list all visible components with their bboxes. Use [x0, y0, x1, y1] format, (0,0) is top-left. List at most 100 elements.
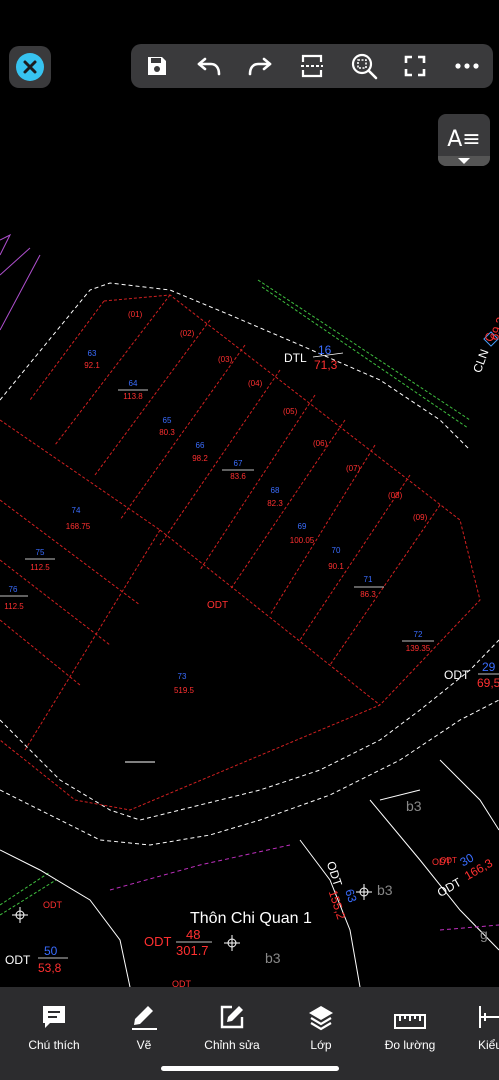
lot-area: 82.3 [267, 499, 283, 508]
edit-icon [220, 1005, 244, 1029]
b3-label: b3 [406, 798, 422, 814]
zoom-extents-icon [351, 53, 377, 80]
fit-width-button[interactable] [292, 46, 332, 86]
odt-50-label: ODT [5, 953, 31, 967]
odt-right-label: ODT [444, 668, 470, 682]
lot-area: 112.5 [30, 563, 50, 572]
text-size-toggle[interactable]: A≡ [438, 114, 490, 166]
text-format-icon: A≡ [447, 127, 481, 152]
b3-label: b3 [377, 882, 393, 898]
odt-right-area: 69,5 [477, 676, 499, 690]
redo-icon [248, 57, 272, 76]
green-road-lines [0, 279, 471, 916]
more-button[interactable] [447, 46, 487, 86]
odt-center-label: ODT [207, 600, 228, 611]
parcel-label: (01) [128, 310, 143, 319]
village-label: Thôn Chi Quan 1 [190, 910, 312, 927]
lot-id: 68 [271, 486, 280, 495]
lot-id: 76 [9, 585, 18, 594]
dtl-label: DTL [284, 351, 307, 365]
tab-dimension-style[interactable]: Kiểu [470, 987, 499, 1057]
g-label: g [480, 926, 488, 942]
lot-area: 113.8 [123, 392, 143, 401]
fit-width-icon [300, 54, 323, 78]
layers-icon [309, 1006, 333, 1031]
parcel-label: (06) [313, 439, 328, 448]
lot-labels: 63 92.1 64 113.8 65 80.3 66 98.2 67 83.6… [0, 349, 434, 695]
parcel-lines [0, 294, 481, 811]
tab-draw[interactable]: Vẽ [124, 987, 164, 1057]
save-button[interactable] [137, 46, 177, 86]
cad-drawing-canvas[interactable]: (01) (02) (03) (04) (05) (06) (07) (08) … [0, 0, 499, 1080]
redo-button[interactable] [240, 46, 280, 86]
lot-area: 519.5 [174, 686, 195, 695]
tab-label: Chú thích [28, 1038, 80, 1052]
tab-layers[interactable]: Lớp [301, 987, 341, 1057]
fullscreen-button[interactable] [395, 46, 435, 86]
lot-area: 139.35 [406, 644, 431, 653]
lot-id: 64 [129, 379, 138, 388]
lot-id: 63 [88, 349, 97, 358]
odt-48-label: ODT [144, 934, 172, 949]
odt-vertical-label: ODT [324, 860, 345, 889]
zoom-extents-button[interactable] [344, 46, 384, 86]
lot-id: 73 [178, 672, 187, 681]
lot-50-id: 50 [44, 944, 58, 958]
lot-48-area: 301.7 [176, 943, 209, 958]
lot-area: 98.2 [192, 454, 208, 463]
lot-area: 90.1 [328, 562, 344, 571]
lot-area: 80.3 [159, 428, 175, 437]
lot-area: 86.3 [360, 590, 376, 599]
tab-label: Đo lường [384, 1038, 436, 1052]
survey-markers [12, 331, 499, 951]
lot-id: 66 [196, 441, 205, 450]
lot-id: 69 [298, 522, 307, 531]
odt-right-id: 29 [482, 660, 496, 674]
lot-area: 168.75 [66, 522, 91, 531]
ruler-icon [394, 1014, 426, 1029]
tab-label: Lớp [310, 1038, 332, 1052]
parcel-label: (04) [248, 379, 263, 388]
tab-annotation[interactable]: Chú thích [25, 987, 83, 1057]
home-indicator [161, 1066, 339, 1071]
dtl-area: 71,3 [314, 358, 338, 372]
top-toolbar [131, 44, 493, 88]
lot-id: 75 [36, 548, 45, 557]
cln-area: 69,3 [487, 315, 499, 342]
dimension-icon [479, 1006, 499, 1028]
undo-icon [197, 57, 220, 76]
close-icon [16, 53, 44, 81]
save-icon [147, 57, 166, 75]
tab-edit[interactable]: Chỉnh sửa [202, 987, 262, 1057]
lot-id: 65 [163, 416, 172, 425]
cln-label: CLN [470, 347, 491, 374]
purple-boundary-lines [0, 233, 41, 331]
lot-id: 70 [332, 546, 341, 555]
lot-area: 100.05 [290, 536, 315, 545]
fullscreen-icon [405, 55, 426, 77]
lot-id: 71 [364, 575, 373, 584]
lot-area: 92.1 [84, 361, 100, 370]
chevron-down-icon [458, 158, 470, 164]
tab-measure[interactable]: Đo lường [380, 987, 440, 1057]
more-icon [455, 63, 479, 69]
tab-label: Vẽ [136, 1038, 152, 1052]
lot-id: 72 [414, 630, 423, 639]
parcel-label: (03) [218, 355, 233, 364]
parcel-label: (02) [180, 329, 195, 338]
odt-small-label: ODT [43, 900, 63, 910]
close-button[interactable] [9, 46, 51, 88]
parcel-label: (09) [413, 513, 428, 522]
lot-48-id: 48 [186, 927, 200, 942]
lot-id: 74 [72, 506, 81, 515]
lot-area: 112.5 [4, 602, 24, 611]
lot-area: 83.6 [230, 472, 246, 481]
undo-button[interactable] [189, 46, 229, 86]
lot-id: 67 [234, 459, 243, 468]
odt-vertical-id: 63 [342, 887, 360, 904]
b3-label: b3 [265, 950, 281, 966]
lower-lot-lines [0, 759, 499, 988]
parcel-label: (08) [388, 491, 403, 500]
tab-label: Kiểu [477, 1038, 499, 1052]
tab-label: Chỉnh sửa [204, 1038, 260, 1052]
